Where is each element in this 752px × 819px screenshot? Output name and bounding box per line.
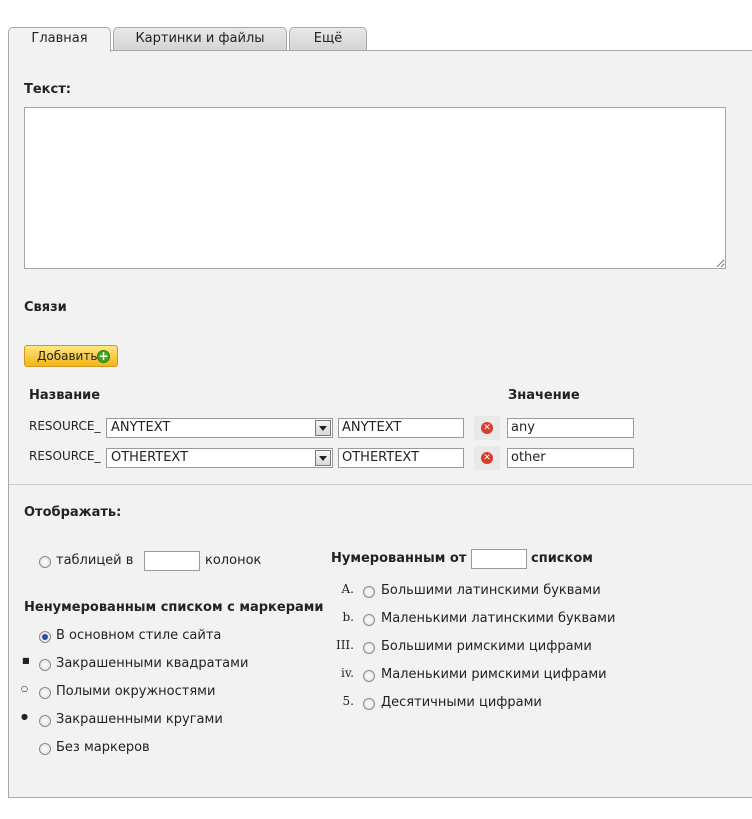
ordered-radio-upper-latin[interactable]: [363, 586, 375, 598]
unordered-radio-squares[interactable]: [39, 659, 51, 671]
add-link-button[interactable]: Добавить +: [24, 345, 118, 367]
link-name-input[interactable]: ANYTEXT: [338, 418, 464, 438]
unordered-label: Закрашенными кругами: [56, 712, 223, 727]
ordered-radio-upper-roman[interactable]: [363, 642, 375, 654]
disc-marker-icon: ●: [21, 712, 28, 721]
ordered-label: Большими римскими цифрами: [381, 639, 592, 654]
unordered-radio-discs[interactable]: [39, 715, 51, 727]
divider: [9, 484, 752, 485]
tab-images-files[interactable]: Картинки и файлы: [113, 27, 287, 51]
ordered-marker: III.: [335, 638, 354, 652]
resource-prefix: RESOURCE_: [29, 449, 101, 463]
text-area[interactable]: [24, 107, 726, 269]
delete-link-button[interactable]: ✕: [474, 416, 500, 440]
ordered-radio-decimal[interactable]: [363, 698, 375, 710]
resource-select-value: OTHERTEXT: [111, 450, 189, 465]
col-value-header: Значение: [508, 388, 580, 403]
table-radio[interactable]: [39, 556, 51, 568]
chevron-down-icon: [315, 420, 331, 436]
unordered-label: Без маркеров: [56, 740, 150, 755]
ordered-marker: b.: [342, 610, 355, 624]
delete-icon: ✕: [481, 452, 493, 464]
link-value-input[interactable]: any: [507, 418, 634, 438]
unordered-label: Закрашенными квадратами: [56, 656, 249, 671]
columns-input[interactable]: [144, 551, 200, 571]
unordered-radio-circles[interactable]: [39, 687, 51, 699]
table-label-before: таблицей в: [56, 553, 134, 568]
ordered-label: Десятичными цифрами: [381, 695, 542, 710]
ordered-label: Маленькими латинскими буквами: [381, 611, 616, 626]
ordered-marker: iv.: [340, 666, 354, 680]
circle-marker-icon: ○: [21, 684, 28, 693]
resource-prefix: RESOURCE_: [29, 419, 101, 433]
start-number-input[interactable]: [471, 549, 527, 569]
resource-select-value: ANYTEXT: [111, 420, 171, 435]
resource-select[interactable]: ANYTEXT: [106, 418, 333, 438]
ordered-radio-lower-roman[interactable]: [363, 670, 375, 682]
main-panel: Текст: Связи Добавить + Название Значени…: [8, 50, 752, 798]
unordered-title: Ненумерованным списком с маркерами: [24, 600, 324, 615]
unordered-label: В основном стиле сайта: [56, 628, 222, 643]
chevron-down-icon: [315, 450, 331, 466]
table-label-after: колонок: [205, 553, 262, 568]
display-title: Отображать:: [24, 505, 122, 520]
unordered-radio-none[interactable]: [39, 743, 51, 755]
resource-select[interactable]: OTHERTEXT: [106, 448, 333, 468]
ordered-marker: 5.: [342, 694, 354, 708]
delete-icon: ✕: [481, 422, 493, 434]
ordered-label: Маленькими римскими цифрами: [381, 667, 607, 682]
ordered-radio-lower-latin[interactable]: [363, 614, 375, 626]
square-marker-icon: ■: [22, 656, 30, 665]
tab-more[interactable]: Ещё: [289, 27, 367, 51]
tab-main[interactable]: Главная: [8, 27, 111, 52]
ordered-title-before: Нумерованным от: [331, 551, 467, 566]
col-name-header: Название: [29, 388, 101, 403]
ordered-label: Большими латинскими буквами: [381, 583, 601, 598]
link-value-input[interactable]: other: [507, 448, 634, 468]
ordered-marker: A.: [341, 582, 354, 596]
unordered-radio-default[interactable]: [39, 631, 51, 643]
unordered-label: Полыми окружностями: [56, 684, 216, 699]
plus-icon: +: [97, 349, 110, 363]
text-label: Текст:: [24, 82, 71, 97]
add-button-label: Добавить: [37, 349, 98, 363]
ordered-title-after: списком: [531, 551, 593, 566]
link-name-input[interactable]: OTHERTEXT: [338, 448, 464, 468]
delete-link-button[interactable]: ✕: [474, 446, 500, 470]
links-title: Связи: [24, 300, 67, 315]
